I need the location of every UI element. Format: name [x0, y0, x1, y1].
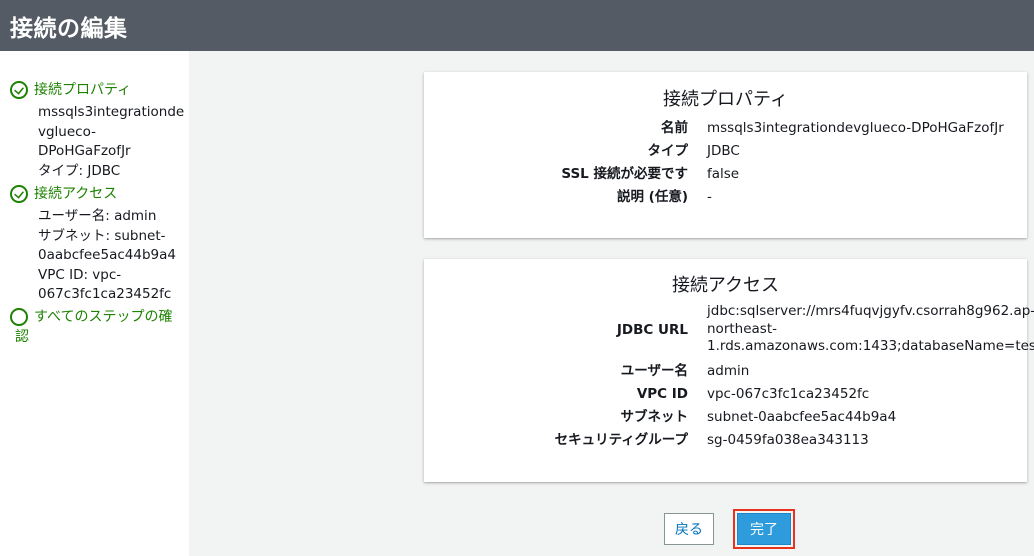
- property-key: 説明 (任意): [616, 189, 688, 205]
- step-summary: mssqls3integrationde vglueco- DPoHGaFzof…: [38, 104, 185, 179]
- property-value: JDBC: [707, 143, 740, 159]
- access-key: ユーザー名: [620, 362, 688, 379]
- access-key: セキュリティグループ: [554, 431, 688, 448]
- check-circle-icon: [10, 81, 28, 99]
- property-key: SSL 接続が必要です: [561, 166, 688, 182]
- property-value: false: [707, 166, 740, 182]
- page-title: 接続の編集: [10, 16, 128, 42]
- jdbc-url-value: jdbc:sqlserver://mrs4fuqvjgyfv.csorrah8g…: [707, 303, 1034, 354]
- access-value: admin: [707, 362, 750, 379]
- back-button[interactable]: 戻る: [664, 513, 714, 545]
- step-label[interactable]: 接続プロパティ: [34, 80, 131, 100]
- properties-list: 名前 mssqls3integrationdevglueco-DPoHGaFzo…: [424, 117, 1027, 209]
- step-summary: ユーザー名: admin サブネット: subnet- 0aabcfee5ac4…: [38, 208, 176, 302]
- property-value: -: [707, 189, 712, 205]
- property-key: 名前: [661, 120, 688, 136]
- finish-button[interactable]: 完了: [737, 513, 791, 545]
- connection-properties-card: 接続プロパティ 名前 mssqls3integrationdevglueco-D…: [424, 72, 1027, 238]
- step-connection-properties[interactable]: 接続プロパティ mssqls3integrationde vglueco- DP…: [10, 80, 184, 181]
- empty-circle-icon: [10, 308, 28, 326]
- access-value: vpc-067c3fc1ca23452fc: [707, 385, 870, 402]
- property-key: タイプ: [647, 143, 689, 159]
- wizard-sidebar: 接続プロパティ mssqls3integrationde vglueco- DP…: [0, 51, 189, 556]
- access-key: VPC ID: [636, 385, 688, 402]
- page-header: 接続の編集: [0, 0, 1034, 51]
- step-review-all[interactable]: すべてのステップの確 認: [10, 307, 172, 347]
- access-value: sg-0459fa038ea343113: [707, 431, 869, 448]
- connection-access-card: 接続アクセス JDBC URL jdbc:sqlserver://mrs4fuq…: [424, 259, 1034, 482]
- property-value: mssqls3integrationdevglueco-DPoHGaFzofJr: [707, 120, 1004, 136]
- access-value: subnet-0aabcfee5ac44b9a4: [707, 408, 897, 425]
- access-list: JDBC URL jdbc:sqlserver://mrs4fuqvjgyfv.…: [424, 302, 1034, 452]
- main-content: 接続プロパティ 名前 mssqls3integrationdevglueco-D…: [189, 51, 1034, 556]
- jdbc-url-key: JDBC URL: [616, 322, 688, 339]
- access-key: サブネット: [620, 408, 689, 425]
- step-label-continued[interactable]: 認: [15, 327, 172, 347]
- step-connection-access[interactable]: 接続アクセス ユーザー名: admin サブネット: subnet- 0aabc…: [10, 184, 176, 305]
- card-title: 接続アクセス: [671, 275, 780, 296]
- step-label[interactable]: すべてのステップの確: [34, 307, 172, 327]
- card-title: 接続プロパティ: [663, 89, 788, 110]
- check-circle-icon: [10, 185, 28, 203]
- step-label[interactable]: 接続アクセス: [34, 184, 117, 204]
